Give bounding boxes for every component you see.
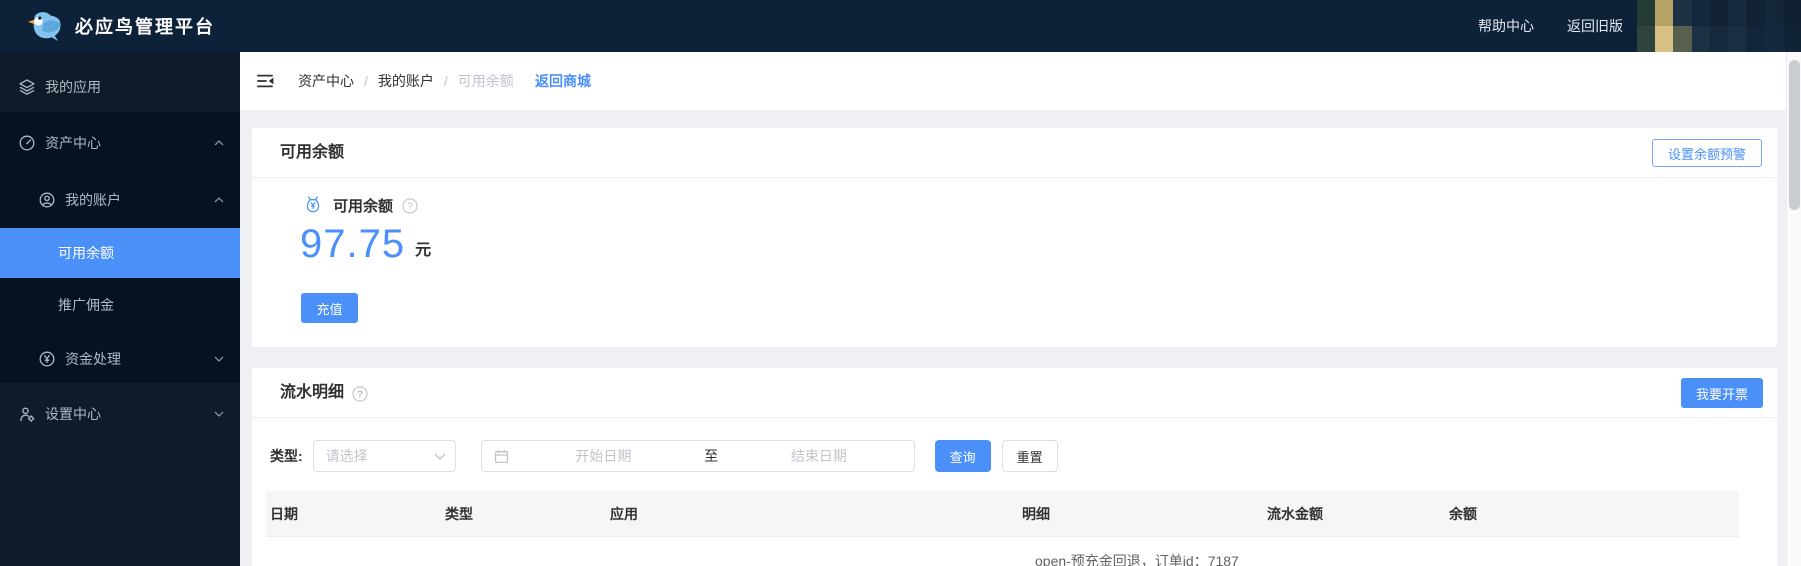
flow-table: 日期 类型 应用 明细 流水金额 余额 open-预充金回退，订单id：7187 [266,491,1739,566]
flow-card-title: 流水明细 [280,384,345,401]
svg-text:?: ? [407,201,413,212]
sidebar-item-available-balance[interactable]: 可用余额 [0,228,240,278]
balance-card-title: 可用余额 [280,144,345,161]
sidebar-item-label: 可用余额 [58,245,114,261]
svg-text:?: ? [357,389,363,400]
flow-filter-row: 类型: 请选择 至 查询 重置 [270,440,1058,472]
redacted-user-info [1637,0,1801,52]
available-balance-card: 可用余额 设置余额预警 可用余额 ? 97.75 元 充值 [252,128,1777,347]
scrollbar-thumb[interactable] [1789,60,1800,210]
balance-amount: 97.75 [300,222,406,266]
calendar-icon [494,449,509,464]
sidebar-item-my-apps[interactable]: 我的应用 [0,62,240,112]
search-button[interactable]: 查询 [934,440,991,472]
chevron-up-icon [214,197,224,203]
breadcrumb-bar: 资产中心 / 我的账户 / 可用余额 返回商城 [240,52,1801,110]
brand: 必应鸟管理平台 [26,0,215,52]
breadcrumb-item-current: 可用余额 [457,73,514,89]
chevron-down-icon [214,411,224,417]
start-date-input[interactable] [508,448,699,464]
layers-icon [18,78,36,96]
bird-logo-icon [28,12,62,42]
gauge-icon [18,134,36,152]
sidebar-item-settings-center[interactable]: 设置中心 [0,389,240,439]
flow-card-header: 流水明细 ? [252,368,1777,418]
help-center-link[interactable]: 帮助中心 [1478,16,1534,36]
breadcrumb-separator: / [364,73,368,89]
row-detail-cell: open-预充金回退，订单id：7187 [1035,553,1239,566]
sidebar-item-label: 我的账户 [65,192,121,208]
topbar: 必应鸟管理平台 帮助中心 返回旧版 [0,0,1801,52]
reset-button[interactable]: 重置 [1001,440,1058,472]
recharge-button[interactable]: 充值 [301,293,358,323]
type-select-placeholder: 请选择 [325,448,368,464]
brand-title: 必应鸟管理平台 [75,17,215,37]
money-bag-icon [302,194,324,216]
question-circle-icon[interactable]: ? [402,198,418,214]
date-range-picker[interactable]: 至 [480,440,915,472]
chevron-up-icon [214,140,224,146]
menu-fold-icon[interactable] [255,71,275,91]
balance-label-row: 可用余额 ? [302,194,418,216]
back-to-mall-link[interactable]: 返回商城 [535,71,591,91]
sidebar-item-label: 资产中心 [45,135,101,151]
topbar-links: 帮助中心 返回旧版 [1478,0,1623,52]
column-header-amount: 流水金额 [1267,505,1323,522]
sidebar-item-my-account[interactable]: 我的账户 [0,175,240,225]
column-header-app: 应用 [610,505,638,522]
column-header-detail: 明细 [1022,505,1050,522]
breadcrumb: 资产中心 / 我的账户 / 可用余额 [298,71,514,91]
sidebar-item-label: 我的应用 [45,79,101,95]
column-header-type: 类型 [445,505,473,522]
sidebar-item-label: 推广佣金 [58,297,114,313]
sidebar-item-promo-commission[interactable]: 推广佣金 [0,280,240,330]
sidebar-item-label: 资金处理 [65,351,121,367]
chevron-down-icon [434,453,446,461]
type-filter-label: 类型: [270,448,303,464]
user-gear-icon [18,405,36,423]
breadcrumb-separator: / [443,73,448,89]
date-range-separator: 至 [704,448,719,464]
sidebar-item-label: 设置中心 [45,406,101,422]
balance-currency-unit: 元 [415,242,432,259]
column-header-date: 日期 [270,505,298,522]
vertical-scrollbar [1786,52,1801,566]
column-header-balance: 余额 [1449,505,1477,522]
balance-label: 可用余额 [333,197,394,215]
end-date-input[interactable] [724,448,914,464]
table-row: open-预充金回退，订单id：7187 [266,537,1739,566]
breadcrumb-item-my-account[interactable]: 我的账户 [378,71,434,91]
breadcrumb-item-asset-center[interactable]: 资产中心 [298,71,354,91]
user-circle-icon [38,191,56,209]
set-balance-alert-button[interactable]: 设置余额预警 [1651,139,1762,167]
sidebar-item-asset-center[interactable]: 资产中心 [0,118,240,168]
type-select[interactable]: 请选择 [312,440,456,472]
sidebar: 我的应用 资产中心 我的账户 可用余额 推广佣金 资金处理 设置中心 [0,52,240,566]
question-circle-icon[interactable]: ? [352,386,368,402]
app-window: 必应鸟管理平台 帮助中心 返回旧版 我的应用 资产中心 我的账户 可用余额 推广… [0,0,1801,566]
yen-circle-icon [38,350,56,368]
balance-card-header: 可用余额 [252,128,1777,178]
flow-table-header: 日期 类型 应用 明细 流水金额 余额 [266,491,1739,537]
flow-detail-card: 流水明细 ? 我要开票 类型: 请选择 开始日期 至 结束日期 查询 重置 日期… [252,368,1777,566]
request-invoice-button[interactable]: 我要开票 [1681,378,1763,408]
chevron-down-icon [214,356,224,362]
sidebar-item-fund-processing[interactable]: 资金处理 [0,334,240,384]
back-to-legacy-link[interactable]: 返回旧版 [1567,16,1623,36]
balance-amount-row: 97.75 元 [300,222,431,266]
